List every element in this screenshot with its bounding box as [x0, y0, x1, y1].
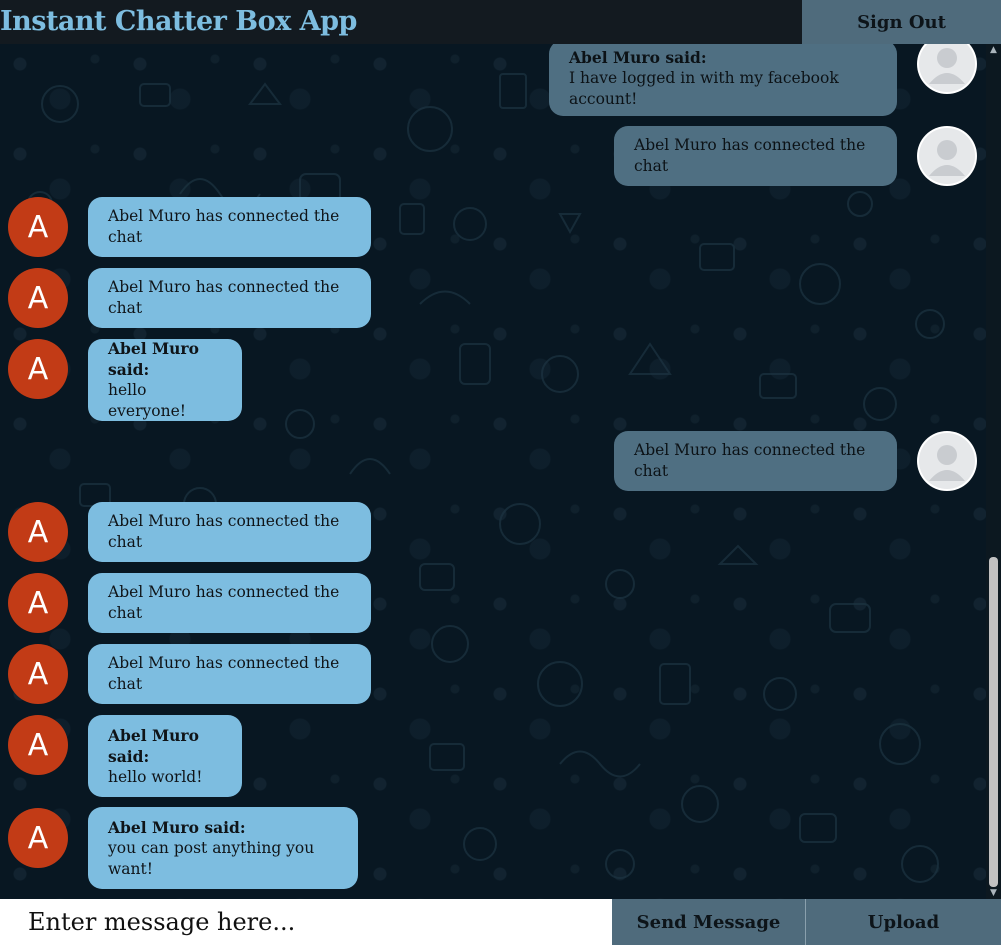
user-avatar-letter: A	[8, 339, 68, 399]
chat-message: Abel Muro has connected the chat	[614, 126, 897, 186]
chat-messages-area[interactable]: Abel Muro said: I have logged in with my…	[0, 44, 1001, 899]
message-sender: Abel Muro said:	[108, 817, 246, 837]
message-bubble: Abel Muro has connected the chat	[88, 502, 371, 562]
message-bubble: Abel Muro has connected the chat	[614, 431, 897, 491]
message-bubble: Abel Muro has connected the chat	[88, 573, 371, 633]
chat-message: Abel Muro said: hello everyone!	[88, 339, 242, 421]
app-header: Instant Chatter Box App Sign Out	[0, 0, 1001, 44]
message-text: Abel Muro has connected the chat	[634, 136, 866, 175]
app-title: Instant Chatter Box App	[0, 6, 357, 37]
message-bubble: Abel Muro said: hello world!	[88, 715, 242, 797]
message-text: Abel Muro has connected the chat	[108, 278, 340, 317]
chat-message: Abel Muro has connected the chat	[614, 431, 897, 491]
chat-message: Abel Muro has connected the chat	[88, 197, 371, 257]
upload-button[interactable]: Upload	[806, 899, 1001, 945]
message-input[interactable]	[0, 899, 612, 945]
message-bubble: Abel Muro said: you can post anything yo…	[88, 807, 358, 889]
message-bubble: Abel Muro has connected the chat	[88, 644, 371, 704]
default-user-icon	[917, 44, 977, 94]
message-bubble: Abel Muro said: hello everyone!	[88, 339, 242, 421]
message-bubble: Abel Muro said: I have logged in with my…	[549, 44, 897, 116]
scroll-thumb[interactable]	[989, 557, 998, 887]
user-avatar-letter: A	[8, 808, 68, 868]
sign-out-button[interactable]: Sign Out	[802, 0, 1001, 44]
user-avatar-letter: A	[8, 197, 68, 257]
message-sender: Abel Muro said:	[569, 47, 707, 67]
user-avatar-letter: A	[8, 644, 68, 704]
chat-scrollbar[interactable]: ▲ ▼	[986, 44, 1001, 899]
chat-message: Abel Muro said: hello world!	[88, 715, 242, 797]
message-text: hello world!	[108, 767, 203, 786]
message-text: Abel Muro has connected the chat	[108, 512, 340, 551]
chat-message: Abel Muro said: I have logged in with my…	[549, 44, 897, 116]
message-text: Abel Muro has connected the chat	[634, 441, 866, 480]
user-avatar-letter: A	[8, 573, 68, 633]
chat-message: Abel Muro said: you can post anything yo…	[88, 807, 358, 889]
message-bubble: Abel Muro has connected the chat	[614, 126, 897, 186]
scroll-down-arrow-icon[interactable]: ▼	[986, 887, 1001, 899]
message-text: Abel Muro has connected the chat	[108, 207, 340, 246]
message-sender: Abel Muro said:	[108, 725, 199, 766]
message-sender: Abel Muro said:	[108, 339, 199, 379]
default-user-icon	[917, 431, 977, 491]
send-message-button[interactable]: Send Message	[612, 899, 806, 945]
chat-message: Abel Muro has connected the chat	[88, 573, 371, 633]
message-text: hello everyone!	[108, 381, 186, 420]
chat-message: Abel Muro has connected the chat	[88, 502, 371, 562]
chat-message: Abel Muro has connected the chat	[88, 268, 371, 328]
user-avatar-letter: A	[8, 502, 68, 562]
message-bubble: Abel Muro has connected the chat	[88, 197, 371, 257]
user-avatar-letter: A	[8, 268, 68, 328]
message-text: Abel Muro has connected the chat	[108, 583, 340, 622]
chat-message: Abel Muro has connected the chat	[88, 644, 371, 704]
message-text: Abel Muro has connected the chat	[108, 654, 340, 693]
message-composer: Send Message Upload	[0, 899, 1001, 945]
message-text: I have logged in with my facebook accoun…	[569, 68, 839, 108]
message-text: you can post anything you want!	[108, 838, 315, 878]
user-avatar-letter: A	[8, 715, 68, 775]
scroll-up-arrow-icon[interactable]: ▲	[986, 44, 1001, 56]
message-bubble: Abel Muro has connected the chat	[88, 268, 371, 328]
default-user-icon	[917, 126, 977, 186]
